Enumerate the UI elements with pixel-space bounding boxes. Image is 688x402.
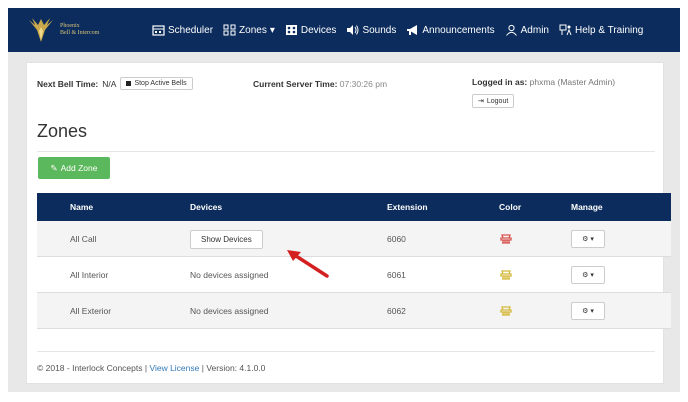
zone-name: All Call: [70, 233, 97, 244]
footer-divider: [37, 351, 655, 352]
manage-dropdown-button[interactable]: ⚙ ▾: [571, 265, 605, 284]
nav-admin[interactable]: Admin: [505, 24, 549, 36]
show-devices-button[interactable]: Show Devices: [190, 229, 263, 249]
logout-button[interactable]: ⇥ Logout: [472, 94, 515, 108]
caret-down-icon: ▾: [590, 307, 594, 315]
header-color: Color: [499, 202, 522, 212]
next-bell-info: Next Bell Time: N/A Stop Active Bells: [37, 77, 193, 90]
nav-sounds[interactable]: Sounds: [346, 24, 396, 36]
nav-help[interactable]: Help & Training: [559, 24, 643, 36]
nav-sounds-label: Sounds: [362, 24, 397, 36]
nav-scheduler[interactable]: Scheduler: [152, 24, 213, 36]
manage-dropdown-button[interactable]: ⚙ ▾: [571, 229, 605, 248]
zone-extension: 6061: [387, 269, 406, 280]
header-extension: Extension: [387, 202, 428, 212]
edit-icon: ✎: [50, 162, 58, 173]
page-title: Zones: [37, 121, 88, 141]
nav-scheduler-label: Scheduler: [168, 24, 214, 36]
zone-devices: No devices assigned: [190, 269, 269, 280]
bell-color-icon: [499, 304, 513, 318]
logout-icon: ⇥: [478, 98, 484, 105]
nav-devices-label: Devices: [300, 24, 337, 36]
stop-icon: [126, 81, 132, 86]
nav-zones[interactable]: Zones ▾: [223, 24, 275, 36]
phoenix-logo-icon: [26, 16, 56, 44]
stop-active-bells-label: Stop Active Bells: [134, 80, 187, 87]
server-time-value: 07:30:26 pm: [339, 79, 388, 89]
manage-dropdown-button[interactable]: ⚙ ▾: [571, 301, 605, 320]
table-row: All Exterior No devices assigned 6062 ⚙ ▾: [37, 293, 671, 329]
table-row: All Interior No devices assigned 6061 ⚙ ▾: [37, 257, 671, 293]
header-name: Name: [70, 202, 94, 212]
top-navbar: Phoenix Bell & Intercom Scheduler Zones …: [8, 8, 680, 52]
view-license-link[interactable]: View License: [149, 363, 199, 373]
brand-tagline: Bell & Intercom: [60, 30, 100, 36]
bell-color-icon: [499, 268, 513, 282]
gears-icon: ⚙: [582, 235, 589, 243]
zones-table: Name Devices Extension Color Manage All …: [37, 193, 671, 329]
next-bell-label: Next Bell Time:: [37, 78, 99, 89]
nav-announcements[interactable]: Announcements: [406, 24, 495, 36]
zone-name: All Exterior: [70, 305, 112, 316]
gears-icon: ⚙: [582, 307, 589, 315]
logout-label: Logout: [486, 97, 509, 105]
zones-icon: [223, 24, 236, 36]
title-divider: [37, 151, 655, 152]
nav-help-label: Help & Training: [575, 24, 644, 36]
add-zone-button[interactable]: ✎ Add Zone: [38, 157, 110, 179]
footer: © 2018 - Interlock Concepts | View Licen…: [37, 363, 265, 373]
stop-active-bells-button[interactable]: Stop Active Bells: [120, 77, 193, 90]
zone-devices: No devices assigned: [190, 305, 269, 316]
next-bell-value: N/A: [102, 78, 117, 89]
user-icon: [505, 24, 518, 36]
speaker-icon: [346, 24, 359, 36]
chevron-down-icon: ▾: [269, 24, 275, 36]
calendar-icon: [152, 24, 165, 36]
logged-in-value: phxma (Master Admin): [529, 77, 616, 87]
zone-name: All Interior: [70, 269, 109, 280]
gears-icon: ⚙: [582, 271, 589, 279]
nav-announcements-label: Announcements: [422, 24, 495, 36]
brand-logo[interactable]: Phoenix Bell & Intercom: [26, 16, 146, 44]
caret-down-icon: ▾: [590, 271, 594, 279]
server-time-info: Current Server Time: 07:30:26 pm: [253, 79, 387, 89]
nav-devices[interactable]: Devices: [285, 24, 337, 36]
nav-zones-label: Zones: [239, 24, 267, 36]
table-row: All Call Show Devices 6060 ⚙ ▾: [37, 221, 671, 257]
bell-color-icon: [499, 232, 513, 246]
help-icon: [559, 24, 572, 36]
zone-extension: 6060: [387, 233, 406, 244]
footer-version: | Version: 4.1.0.0: [201, 363, 266, 373]
table-header: Name Devices Extension Color Manage: [37, 193, 671, 221]
header-manage: Manage: [571, 202, 603, 212]
add-zone-label: Add Zone: [60, 163, 98, 173]
logged-in-label: Logged in as:: [472, 77, 528, 87]
devices-icon: [285, 24, 298, 36]
annotation-arrow-icon: [287, 250, 329, 278]
zone-extension: 6062: [387, 305, 406, 316]
nav-admin-label: Admin: [520, 24, 549, 36]
server-time-label: Current Server Time:: [253, 79, 338, 89]
footer-copyright: © 2018 - Interlock Concepts |: [37, 363, 148, 373]
megaphone-icon: [406, 24, 419, 36]
main-panel: Next Bell Time: N/A Stop Active Bells Cu…: [26, 62, 671, 384]
caret-down-icon: ▾: [590, 235, 594, 243]
logged-in-info: Logged in as: phxma (Master Admin): [472, 77, 615, 87]
brand-name: Phoenix: [60, 23, 80, 29]
header-devices: Devices: [190, 202, 223, 212]
content-background: Next Bell Time: N/A Stop Active Bells Cu…: [8, 52, 680, 392]
